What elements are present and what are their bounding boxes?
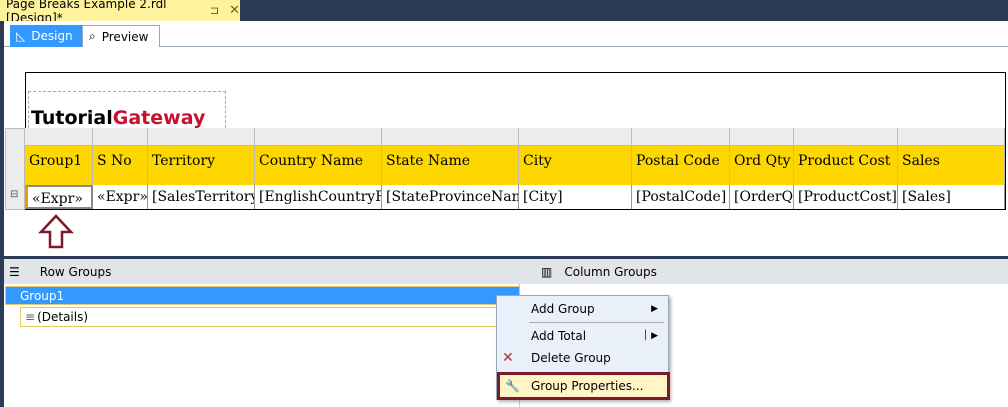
data-cell[interactable]: «Expr»	[93, 185, 148, 209]
submenu-arrow-icon: │ ▶	[642, 331, 658, 341]
column-handle[interactable]	[898, 128, 1005, 146]
logo-part2: Gateway	[112, 107, 206, 129]
delete-x-icon: ✕	[502, 350, 514, 366]
submenu-arrow-icon: ▶	[651, 304, 658, 314]
menu-item-group-properties[interactable]: 🔧 Group Properties...	[497, 372, 670, 400]
group-item-details[interactable]: ≡ (Details)	[20, 307, 520, 327]
data-cell[interactable]: [EnglishCountryR	[255, 185, 382, 209]
tab-preview-label: Preview	[101, 29, 149, 44]
column-handle[interactable]	[382, 128, 519, 146]
data-cell[interactable]: «Expr»	[25, 185, 93, 209]
header-cell[interactable]: Country Name	[255, 146, 382, 185]
delete-group-label: Delete Group	[531, 351, 611, 365]
column-handle[interactable]	[25, 128, 93, 146]
tab-preview[interactable]: ⌕ Preview	[82, 25, 160, 47]
column-groups-header: ▥ Column Groups	[541, 265, 657, 279]
grouping-pane-header	[4, 259, 1008, 284]
header-cell[interactable]: Sales	[898, 146, 1005, 185]
menu-item-add-group[interactable]: Add Group ▶	[497, 298, 668, 320]
column-handle[interactable]	[730, 128, 794, 146]
view-tabs: ◺ Design ⌕ Preview	[4, 21, 1008, 47]
left-border	[0, 21, 4, 407]
logo-part1: Tutorial	[31, 107, 113, 129]
add-group-label: Add Group	[531, 302, 595, 316]
group1-label: Group1	[20, 289, 65, 303]
header-cell[interactable]: Group1	[25, 146, 93, 185]
data-cell[interactable]: [City]	[519, 185, 632, 209]
row-handle-column[interactable]: ⊟	[5, 128, 25, 210]
column-groups-title: Column Groups	[564, 265, 657, 279]
row-group-bracket-icon: ⊟	[10, 189, 19, 200]
context-menu: Add Group ▶ Add Total │ ▶ ✕ Delete Group 🔧 G…	[496, 295, 670, 400]
triangle-ruler-icon: ◺	[16, 29, 26, 43]
pin-icon[interactable]: ⊐	[210, 4, 219, 17]
up-arrow-icon	[38, 214, 74, 249]
data-cell[interactable]: [PostalCode]	[632, 185, 730, 209]
close-icon[interactable]: ✕	[229, 3, 240, 18]
row-groups-icon: ☰	[9, 265, 20, 279]
menu-item-delete-group[interactable]: ✕ Delete Group	[497, 347, 668, 369]
preview-icon: ⌕	[89, 29, 96, 43]
header-cell[interactable]: City	[519, 146, 632, 185]
header-cell[interactable]: Ord Qty	[730, 146, 794, 185]
header-cell[interactable]: Territory	[148, 146, 255, 185]
tab-design[interactable]: ◺ Design	[10, 25, 82, 47]
column-handle[interactable]	[632, 128, 730, 146]
data-cell[interactable]: [StateProvinceNam	[382, 185, 519, 209]
row-groups-header: ☰ Row Groups	[9, 265, 111, 279]
data-cell[interactable]: [SalesTerritory	[148, 185, 255, 209]
data-cell[interactable]: [ProductCost]	[794, 185, 898, 209]
add-total-label: Add Total	[531, 329, 587, 343]
column-handle[interactable]	[519, 128, 632, 146]
group-item-group1[interactable]: Group1	[5, 286, 520, 305]
header-cell[interactable]: Product Cost	[794, 146, 898, 185]
header-cell[interactable]: S No	[93, 146, 148, 185]
column-handle[interactable]	[148, 128, 255, 146]
column-handle[interactable]	[93, 128, 148, 146]
wrench-icon: 🔧	[505, 379, 520, 393]
header-cell[interactable]: State Name	[382, 146, 519, 185]
tab-design-label: Design	[31, 29, 73, 43]
document-tab[interactable]: Page Breaks Example 2.rdl [Design]* ⊐ ✕	[0, 0, 240, 25]
row-groups-title: Row Groups	[39, 265, 112, 279]
details-icon: ≡	[25, 310, 36, 324]
data-cell[interactable]: [Sales]	[898, 185, 1005, 209]
menu-item-add-total[interactable]: Add Total │ ▶	[497, 325, 668, 347]
column-handle[interactable]	[794, 128, 898, 146]
column-groups-icon: ▥	[541, 265, 553, 279]
menu-separator	[529, 322, 664, 323]
column-handle[interactable]	[255, 128, 382, 146]
details-label: (Details)	[37, 310, 89, 324]
data-cell[interactable]: [OrderQt	[730, 185, 794, 209]
logo-image[interactable]: TutorialGateway	[28, 91, 226, 129]
group-properties-label: Group Properties...	[531, 379, 644, 393]
header-cell[interactable]: Postal Code	[632, 146, 730, 185]
